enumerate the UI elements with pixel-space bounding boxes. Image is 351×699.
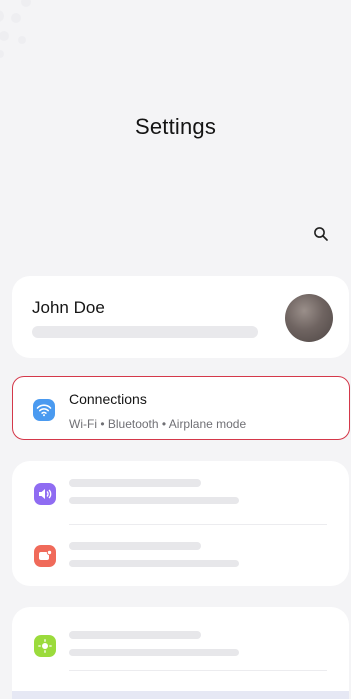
decorative-dots xyxy=(0,0,31,58)
profile-name: John Doe xyxy=(32,298,105,317)
profile-placeholder-bar xyxy=(32,326,258,338)
placeholder-line xyxy=(69,649,239,656)
settings-group xyxy=(12,461,349,586)
search-icon xyxy=(314,227,328,241)
placeholder-line xyxy=(69,560,239,567)
placeholder-line xyxy=(69,542,201,550)
list-item[interactable] xyxy=(12,615,349,665)
placeholder-line xyxy=(69,479,201,487)
list-item[interactable] xyxy=(12,461,349,511)
avatar[interactable] xyxy=(285,294,333,342)
wifi-icon xyxy=(33,399,55,421)
search-button[interactable] xyxy=(311,224,331,244)
page-title: Settings xyxy=(134,114,217,139)
placeholder-line xyxy=(69,497,239,504)
settings-item-connections[interactable]: Connections Wi-Fi • Bluetooth • Airplane… xyxy=(12,376,350,440)
profile-card[interactable]: John Doe xyxy=(12,276,349,358)
bottom-strip xyxy=(12,691,349,699)
settings-group xyxy=(12,607,349,691)
sound-icon xyxy=(34,483,56,505)
placeholder-line xyxy=(69,631,201,639)
settings-screen: Settings John Doe Connections Wi-Fi • Bl… xyxy=(0,0,351,699)
list-item[interactable] xyxy=(12,524,349,574)
notification-icon xyxy=(34,545,56,567)
divider xyxy=(69,670,327,671)
connections-title: Connections xyxy=(69,391,147,407)
display-icon xyxy=(34,635,56,657)
connections-subtitle: Wi-Fi • Bluetooth • Airplane mode xyxy=(69,417,247,431)
